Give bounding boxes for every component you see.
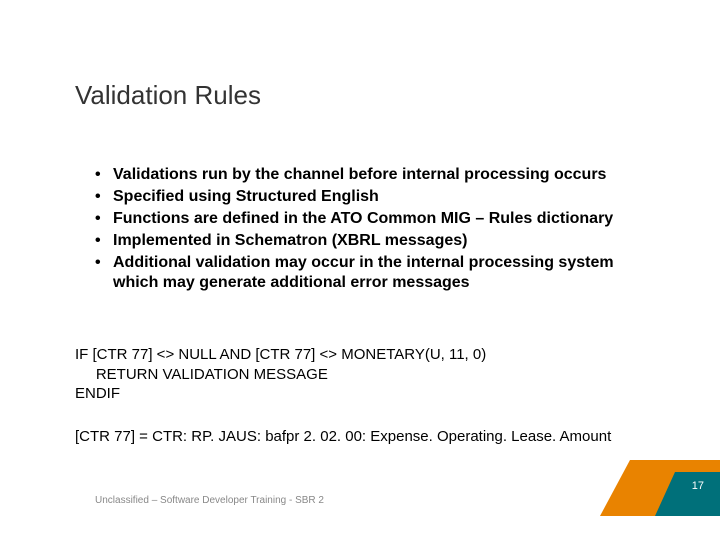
bullet-item: • Validations run by the channel before …	[95, 165, 650, 185]
reference-line: [CTR 77] = CTR: RP. JAUS: bafpr 2. 02. 0…	[75, 428, 675, 445]
bullet-item: • Implemented in Schematron (XBRL messag…	[95, 231, 650, 251]
bullet-text: Specified using Structured English	[113, 187, 650, 207]
bullet-dot-icon: •	[95, 253, 113, 293]
footer-classification: Unclassified – Software Developer Traini…	[95, 495, 324, 506]
code-block: IF [CTR 77] <> NULL AND [CTR 77] <> MONE…	[75, 345, 655, 404]
slide: Validation Rules • Validations run by th…	[0, 0, 720, 540]
bullet-text: Functions are defined in the ATO Common …	[113, 209, 650, 229]
bullet-item: • Additional validation may occur in the…	[95, 253, 650, 293]
bullet-text: Validations run by the channel before in…	[113, 165, 650, 185]
bullet-dot-icon: •	[95, 165, 113, 185]
bullet-text: Implemented in Schematron (XBRL messages…	[113, 231, 650, 251]
bullet-dot-icon: •	[95, 231, 113, 251]
bullet-text: Additional validation may occur in the i…	[113, 253, 650, 293]
bullet-dot-icon: •	[95, 187, 113, 207]
slide-title: Validation Rules	[75, 80, 261, 111]
code-line: RETURN VALIDATION MESSAGE	[75, 365, 655, 385]
bullet-dot-icon: •	[95, 209, 113, 229]
bullet-item: • Functions are defined in the ATO Commo…	[95, 209, 650, 229]
bullet-list: • Validations run by the channel before …	[95, 165, 650, 295]
bullet-item: • Specified using Structured English	[95, 187, 650, 207]
code-line: ENDIF	[75, 384, 655, 404]
code-line: IF [CTR 77] <> NULL AND [CTR 77] <> MONE…	[75, 345, 655, 365]
page-number: 17	[692, 480, 704, 492]
